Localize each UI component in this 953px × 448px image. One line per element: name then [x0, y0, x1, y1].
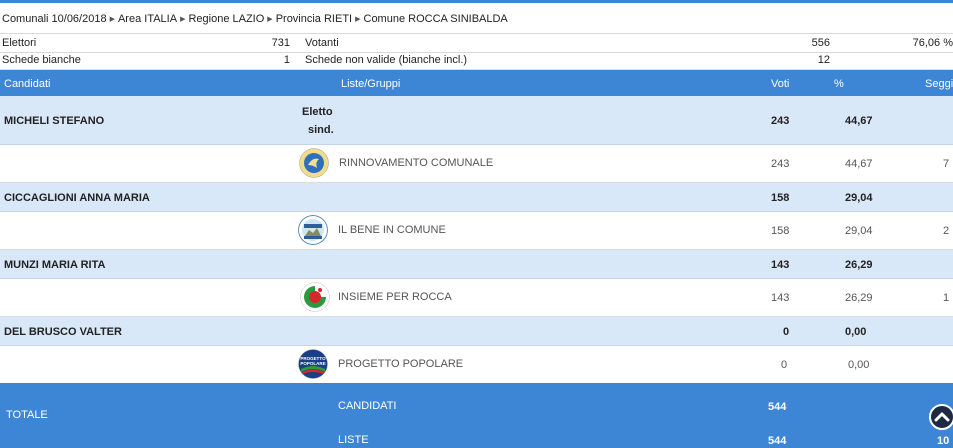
list-percentage: 0,00	[848, 359, 870, 371]
candidate-votes: 243	[771, 115, 790, 127]
schede-non-valide-value: 12	[817, 54, 830, 66]
list-votes: 143	[771, 292, 790, 304]
breadcrumb-item[interactable]: Comunali 10/06/2018	[2, 13, 107, 25]
candidate-name: DEL BRUSCO VALTER	[4, 326, 122, 338]
votanti-label: Votanti	[305, 37, 339, 49]
candidate-name: MICHELI STEFANO	[4, 115, 105, 127]
totals-label: TOTALE	[6, 409, 48, 421]
totals-candidati-label: CANDIDATI	[338, 400, 397, 412]
summary-row-elettori: Elettori 731 Votanti 556 76,06 %	[0, 33, 953, 53]
totals-liste-seats: 10	[937, 435, 950, 447]
candidate-row: MUNZI MARIA RITA 143 26,29	[0, 250, 953, 279]
totals-row: TOTALE CANDIDATI 544 LISTE 544 10	[0, 383, 953, 448]
breadcrumb-item[interactable]: Provincia RIETI	[276, 13, 352, 25]
list-seats: 1	[943, 292, 950, 304]
column-header-liste[interactable]: Liste/Gruppi	[341, 78, 400, 90]
insieme-per-rocca-logo-icon	[300, 282, 330, 312]
candidate-row: DEL BRUSCO VALTER 0 0,00	[0, 317, 953, 346]
candidate-percentage: 44,67	[845, 115, 873, 127]
list-votes: 243	[771, 158, 790, 170]
column-header-seggi[interactable]: Seggi	[925, 78, 953, 90]
list-percentage: 29,04	[845, 225, 873, 237]
list-seats: 7	[943, 158, 950, 170]
candidate-row: MICHELI STEFANO Eletto sind. 243 44,67	[0, 96, 953, 145]
breadcrumb-separator-icon: ▶	[180, 16, 186, 23]
list-votes: 158	[771, 225, 790, 237]
breadcrumb-separator-icon: ▶	[267, 16, 273, 23]
candidate-votes: 143	[771, 259, 790, 271]
chevron-up-icon	[934, 412, 950, 422]
breadcrumb-item[interactable]: Regione LAZIO	[188, 13, 264, 25]
elettori-label: Elettori	[2, 37, 37, 49]
list-row: PROGETTO POPOLARE PROGETTO POPOLARE 0 0,…	[0, 346, 953, 384]
schede-bianche-label: Schede bianche	[2, 54, 81, 66]
candidate-percentage: 26,29	[845, 259, 873, 271]
column-header-percentuale[interactable]: %	[834, 78, 844, 90]
candidate-status-line2: sind.	[308, 124, 334, 136]
list-name: RINNOVAMENTO COMUNALE	[339, 157, 494, 169]
candidate-row: CICCAGLIONI ANNA MARIA 158 29,04	[0, 183, 953, 212]
breadcrumb-item[interactable]: Comune ROCCA SINIBALDA	[364, 13, 508, 25]
votanti-percentage: 76,06 %	[912, 37, 953, 49]
totals-liste-votes: 544	[768, 435, 787, 447]
list-percentage: 44,67	[845, 158, 873, 170]
bene-in-comune-logo-icon	[298, 215, 328, 245]
candidate-percentage: 0,00	[845, 326, 867, 338]
breadcrumb: Comunali 10/06/2018 ▶ Area ITALIA ▶ Regione …	[2, 13, 508, 27]
column-header-voti[interactable]: Voti	[771, 78, 789, 90]
list-votes: 0	[781, 359, 788, 371]
candidate-status-line1: Eletto	[302, 106, 333, 118]
breadcrumb-item[interactable]: Area ITALIA	[118, 13, 177, 25]
scroll-to-top-button[interactable]	[929, 404, 953, 430]
breadcrumb-separator-icon: ▶	[355, 16, 361, 23]
votanti-value: 556	[811, 37, 830, 49]
logo-text: POPOLARE	[300, 361, 325, 366]
candidate-name: MUNZI MARIA RITA	[4, 259, 106, 271]
list-name: INSIEME PER ROCCA	[338, 291, 452, 303]
schede-bianche-value: 1	[283, 54, 290, 66]
totals-liste-label: LISTE	[338, 434, 369, 446]
breadcrumb-separator-icon: ▶	[109, 16, 115, 23]
elettori-value: 731	[271, 37, 290, 49]
candidate-votes: 0	[783, 326, 790, 338]
candidate-percentage: 29,04	[845, 192, 873, 204]
list-row: IL BENE IN COMUNE 158 29,04 2	[0, 212, 953, 250]
summary-row-schede: Schede bianche 1 Schede non valide (bian…	[0, 51, 953, 70]
list-name: PROGETTO POPOLARE	[338, 358, 464, 370]
totals-candidati-votes: 544	[768, 401, 787, 413]
rinnovamento-logo-icon	[299, 148, 329, 178]
top-accent-bar	[0, 0, 953, 3]
candidate-name: CICCAGLIONI ANNA MARIA	[4, 192, 150, 204]
column-header-candidati[interactable]: Candidati	[4, 78, 50, 90]
list-row: RINNOVAMENTO COMUNALE 243 44,67 7	[0, 145, 953, 183]
schede-non-valide-label: Schede non valide (bianche incl.)	[305, 54, 468, 66]
results-table-header: Candidati Liste/Gruppi Voti % Seggi	[0, 70, 953, 96]
list-name: IL BENE IN COMUNE	[338, 224, 446, 236]
list-row: INSIEME PER ROCCA 143 26,29 1	[0, 279, 953, 317]
progetto-popolare-logo-icon: PROGETTO POPOLARE	[298, 349, 328, 379]
list-seats: 2	[943, 225, 950, 237]
candidate-votes: 158	[771, 192, 790, 204]
list-percentage: 26,29	[845, 292, 873, 304]
